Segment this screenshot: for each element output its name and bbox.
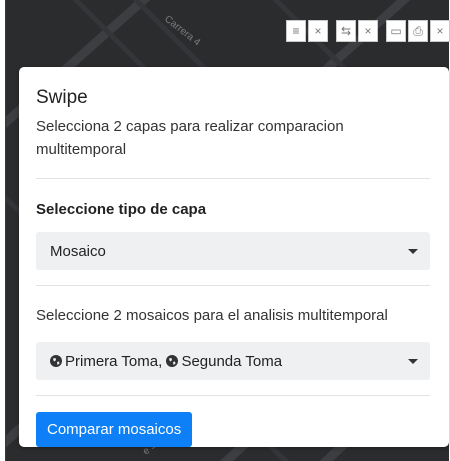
mosaics-select[interactable]: Primera Toma, Segunda Toma bbox=[36, 342, 430, 380]
globe-icon bbox=[50, 354, 62, 367]
divider bbox=[36, 395, 430, 396]
panel-title: Swipe bbox=[36, 87, 88, 108]
chevron-down-icon bbox=[408, 358, 418, 364]
close-icon[interactable]: × bbox=[430, 20, 450, 42]
mosaic-separator: , bbox=[158, 352, 167, 370]
globe-icon bbox=[166, 354, 179, 367]
close-icon[interactable]: × bbox=[308, 20, 328, 42]
divider bbox=[36, 285, 430, 286]
layer-type-select[interactable]: Mosaico bbox=[36, 232, 430, 270]
close-icon[interactable]: × bbox=[358, 20, 378, 42]
swipe-panel: Swipe Selecciona 2 capas para realizar c… bbox=[19, 67, 449, 447]
compare-mosaics-button[interactable]: Comparar mosaicos bbox=[36, 412, 193, 447]
panel-subtitle: Selecciona 2 capas para realizar compara… bbox=[36, 118, 344, 158]
swap-icon[interactable]: ⇆ bbox=[336, 20, 356, 42]
layers-icon[interactable]: ▭ bbox=[386, 20, 406, 42]
mosaics-selected: Primera Toma, Segunda Toma bbox=[50, 353, 282, 370]
print-icon[interactable]: ⎙ bbox=[408, 20, 428, 42]
mosaic-1-label: Primera Toma bbox=[65, 352, 159, 370]
map-toolbar: ≡ × ⇆ × ▭ ⎙ × bbox=[286, 20, 450, 42]
mosaics-label: Seleccione 2 mosaicos para el analisis m… bbox=[36, 307, 388, 324]
list-icon[interactable]: ≡ bbox=[286, 20, 306, 42]
layer-type-label: Seleccione tipo de capa bbox=[36, 201, 207, 218]
mosaic-2-label: Segunda Toma bbox=[181, 352, 283, 370]
layer-type-value: Mosaico bbox=[50, 242, 106, 260]
divider bbox=[36, 178, 430, 179]
chevron-down-icon bbox=[408, 248, 418, 254]
